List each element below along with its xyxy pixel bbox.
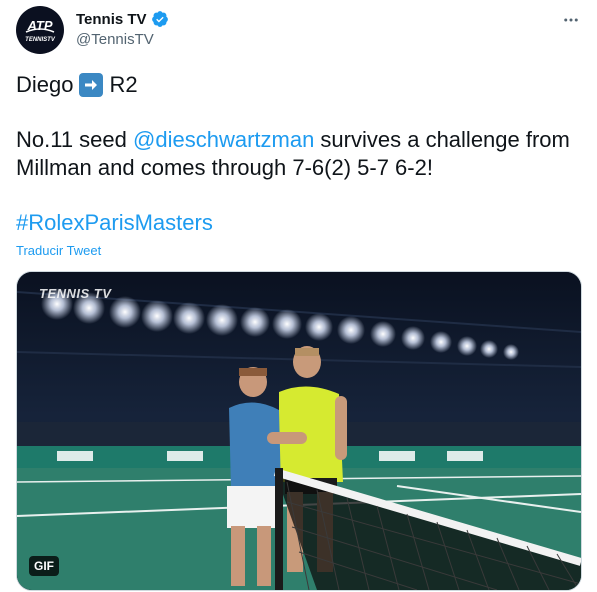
right-arrow-emoji-icon <box>79 73 104 97</box>
translate-tweet-link[interactable]: Traducir Tweet <box>16 243 101 258</box>
more-options-button[interactable] <box>559 8 583 32</box>
tweet-media-gif[interactable]: TENNIS TV GIF <box>16 271 582 591</box>
author-handle[interactable]: @TennisTV <box>76 31 154 48</box>
headline-player: Diego <box>16 72 74 97</box>
tweet-card: ATP TENNISTV Tennis TV @TennisTV Diego R… <box>0 0 597 592</box>
verified-badge-icon <box>151 11 168 27</box>
tweet-headline: Diego R2 <box>16 72 138 98</box>
tennis-tv-watermark: TENNIS TV <box>39 286 112 301</box>
mention-link[interactable]: @dieschwartzman <box>133 127 314 152</box>
hashtag-link[interactable]: #RolexParisMasters <box>16 210 213 236</box>
tweet-body: No.11 seed @dieschwartzman survives a ch… <box>16 126 576 182</box>
display-name[interactable]: Tennis TV <box>76 11 147 28</box>
svg-text:TENNISTV: TENNISTV <box>25 37 56 43</box>
avatar[interactable]: ATP TENNISTV <box>16 6 64 54</box>
author-name-row: Tennis TV <box>76 10 169 28</box>
body-prefix: No.11 seed <box>16 127 134 152</box>
tennis-handshake-image <box>17 272 581 590</box>
headline-round: R2 <box>109 72 138 97</box>
more-horizontal-icon <box>564 18 578 22</box>
atp-logo-icon: ATP TENNISTV <box>25 18 56 43</box>
gif-badge: GIF <box>29 556 59 576</box>
